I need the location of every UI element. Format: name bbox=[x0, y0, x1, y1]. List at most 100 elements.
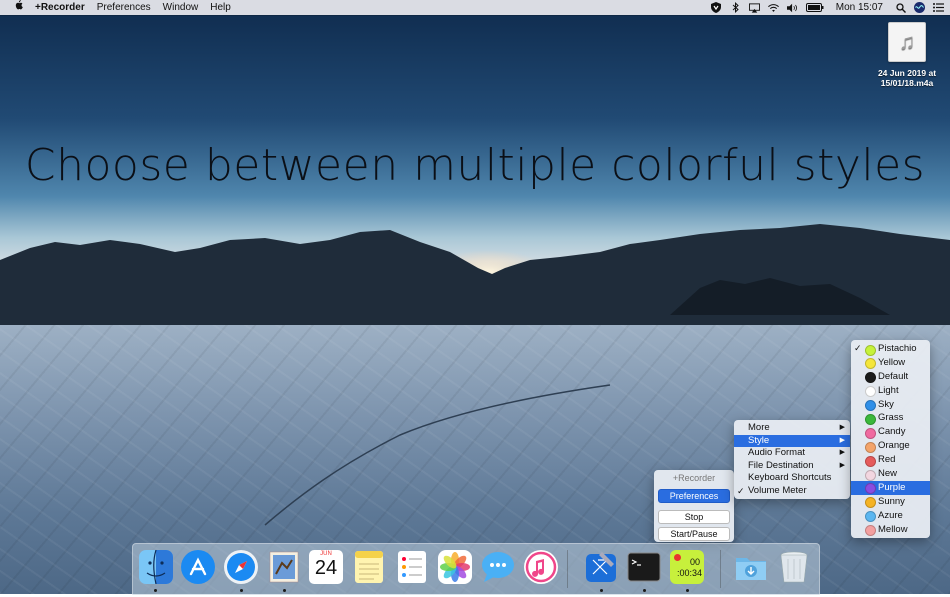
color-swatch-icon bbox=[865, 400, 876, 412]
color-swatch-icon bbox=[865, 372, 876, 384]
color-swatch-icon bbox=[865, 497, 876, 509]
style-item-label: Candy bbox=[878, 426, 906, 438]
desktop-file[interactable]: ♫ 24 Jun 2019 at 15/01/18.m4a bbox=[866, 22, 948, 88]
submenu-arrow-icon: ▶ bbox=[839, 436, 845, 444]
menu-item-volume-meter[interactable]: ✓ Volume Meter bbox=[734, 485, 850, 498]
preferences-button[interactable]: Preferences bbox=[658, 489, 730, 503]
style-item-pistachio[interactable]: ✓ Pistachio bbox=[851, 342, 930, 356]
mountain-silhouette bbox=[0, 224, 950, 330]
popup-title: +Recorder bbox=[672, 473, 716, 483]
start-pause-button[interactable]: Start/Pause bbox=[658, 527, 730, 541]
color-swatch-icon bbox=[865, 427, 876, 439]
notes-icon[interactable] bbox=[352, 550, 386, 584]
running-indicator bbox=[686, 589, 689, 592]
apple-icon[interactable] bbox=[0, 0, 29, 15]
style-item-orange[interactable]: Orange bbox=[851, 439, 930, 453]
menu-item-label: File Destination bbox=[748, 459, 814, 471]
calendar-icon[interactable]: JUN 24 bbox=[309, 550, 343, 584]
style-item-label: Yellow bbox=[878, 356, 906, 368]
itunes-icon[interactable] bbox=[524, 550, 558, 584]
style-item-label: New bbox=[878, 468, 898, 480]
app-store-icon[interactable] bbox=[181, 550, 215, 584]
style-item-label: Orange bbox=[878, 440, 910, 452]
music-note-icon: ♫ bbox=[888, 22, 926, 62]
menu-bar: +Recorder Preferences Window Help Mon 15… bbox=[0, 0, 950, 15]
style-item-mellow[interactable]: Mellow bbox=[851, 523, 930, 537]
menu-item-label: Volume Meter bbox=[748, 484, 807, 496]
menu-item-more[interactable]: More ▶ bbox=[734, 422, 850, 435]
calendar-day: 24 bbox=[314, 557, 338, 579]
search-icon[interactable] bbox=[895, 2, 906, 13]
style-item-label: Sunny bbox=[878, 495, 905, 507]
menu-item-file-destination[interactable]: File Destination ▶ bbox=[734, 460, 850, 473]
color-swatch-icon bbox=[865, 344, 876, 356]
recorder-time-line-1: 00 bbox=[689, 557, 700, 567]
running-indicator bbox=[283, 589, 286, 592]
submenu-arrow-icon: ▶ bbox=[839, 424, 845, 431]
messages-icon[interactable] bbox=[481, 550, 515, 584]
safari-icon[interactable] bbox=[224, 550, 258, 584]
notification-list-icon[interactable] bbox=[933, 2, 944, 13]
style-item-label: Mellow bbox=[878, 523, 908, 535]
recorder-popup: +Recorder Preferences Stop Start/Pause bbox=[654, 470, 734, 542]
style-item-label: Red bbox=[878, 454, 896, 466]
menu-item-style[interactable]: Style ▶ bbox=[734, 434, 850, 447]
menu-item-audio-format[interactable]: Audio Format ▶ bbox=[734, 447, 850, 460]
recorder-icon[interactable]: 00 :00:34 bbox=[670, 550, 704, 584]
battery-icon[interactable] bbox=[805, 2, 824, 13]
downloads-folder-icon[interactable] bbox=[734, 550, 768, 584]
airplay-icon[interactable] bbox=[748, 2, 760, 13]
style-item-azure[interactable]: Azure bbox=[851, 509, 930, 523]
style-item-candy[interactable]: Candy bbox=[851, 425, 930, 439]
style-item-default[interactable]: Default bbox=[851, 370, 930, 384]
color-swatch-icon bbox=[865, 441, 876, 453]
style-item-light[interactable]: Light bbox=[851, 384, 930, 398]
style-item-yellow[interactable]: Yellow bbox=[851, 356, 930, 370]
menu-window[interactable]: Window bbox=[157, 0, 205, 15]
trash-icon[interactable] bbox=[777, 550, 811, 584]
style-item-sky[interactable]: Sky bbox=[851, 398, 930, 412]
style-item-label: Pistachio bbox=[878, 343, 917, 354]
record-indicator-icon bbox=[674, 554, 681, 561]
wifi-icon[interactable] bbox=[767, 2, 779, 13]
style-item-new[interactable]: New bbox=[851, 467, 930, 481]
menu-item-keyboard-shortcuts[interactable]: Keyboard Shortcuts bbox=[734, 472, 850, 485]
headline-text: Choose between multiple colorful styles bbox=[24, 140, 926, 191]
menu-item-label: Style bbox=[748, 434, 770, 446]
stop-button[interactable]: Stop bbox=[658, 510, 730, 524]
running-indicator bbox=[643, 589, 646, 592]
color-swatch-icon bbox=[865, 483, 876, 495]
recorder-time-line-2: :00:34 bbox=[676, 568, 702, 578]
mail-icon[interactable] bbox=[267, 550, 301, 584]
siri-icon[interactable] bbox=[914, 2, 925, 13]
bluetooth-icon[interactable] bbox=[730, 2, 741, 13]
style-item-red[interactable]: Red bbox=[851, 453, 930, 467]
style-item-purple[interactable]: Purple bbox=[851, 480, 930, 495]
menu-preferences[interactable]: Preferences bbox=[91, 0, 157, 15]
style-item-sunny[interactable]: Sunny bbox=[851, 495, 930, 509]
submenu-arrow-icon: ▶ bbox=[839, 461, 845, 469]
style-item-label: Default bbox=[878, 370, 909, 382]
dock-separator bbox=[720, 550, 721, 588]
menu-help[interactable]: Help bbox=[204, 0, 237, 15]
shield-icon[interactable] bbox=[711, 2, 722, 13]
finder-icon[interactable] bbox=[139, 550, 173, 584]
running-indicator bbox=[154, 589, 157, 592]
file-name-line-1: 24 Jun 2019 at bbox=[877, 68, 937, 78]
color-swatch-icon bbox=[865, 455, 876, 467]
clock[interactable]: Mon 15:07 bbox=[832, 0, 887, 15]
photos-icon[interactable] bbox=[438, 550, 472, 584]
app-menu[interactable]: +Recorder bbox=[29, 0, 91, 15]
color-swatch-icon bbox=[865, 511, 876, 523]
reminders-icon[interactable] bbox=[395, 550, 429, 584]
checkmark-icon: ✓ bbox=[737, 485, 745, 496]
volume-icon[interactable] bbox=[786, 2, 798, 13]
dock: JUN 24 00:00:34 bbox=[132, 543, 820, 595]
style-item-label: Azure bbox=[878, 509, 903, 521]
style-item-label: Sky bbox=[878, 398, 894, 410]
color-swatch-icon bbox=[865, 386, 876, 398]
terminal-icon[interactable] bbox=[627, 550, 661, 584]
xcode-icon[interactable] bbox=[584, 550, 618, 584]
style-item-grass[interactable]: Grass bbox=[851, 411, 930, 425]
style-item-label: Light bbox=[878, 384, 899, 396]
